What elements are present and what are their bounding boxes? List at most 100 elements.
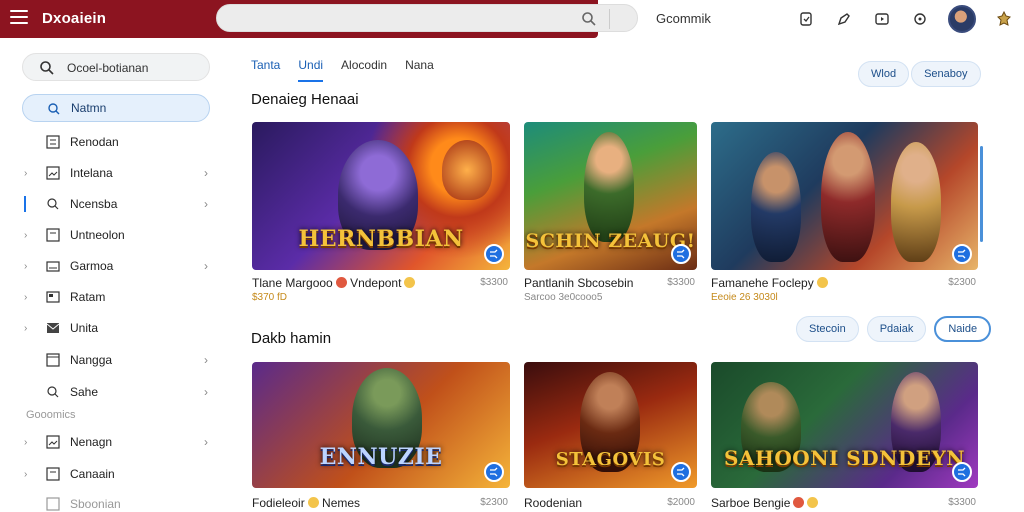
game-thumbnail[interactable] (711, 122, 978, 270)
sidebar-item-label: Unita (70, 321, 99, 335)
sidebar-item-label: Sahe (70, 385, 99, 399)
chevron-right-icon[interactable]: › (204, 385, 208, 399)
sidebar: Ocoel-botianan Natmn Renodan › Intelana … (0, 38, 228, 512)
caret-icon[interactable]: › (24, 437, 27, 448)
shuffle-icon[interactable] (484, 244, 504, 264)
tab-undi[interactable]: Undi (298, 58, 324, 82)
stecoin-button[interactable]: Stecoin (796, 316, 859, 342)
emoji-icon (335, 277, 347, 288)
chevron-right-icon[interactable]: › (204, 435, 208, 449)
caret-icon[interactable]: › (24, 323, 27, 334)
sidebar-item-ncensba[interactable]: Ncensba › (22, 190, 210, 218)
window-icon (46, 353, 60, 367)
shuffle-icon[interactable] (484, 462, 504, 482)
sidebar-item-label: Untneolon (70, 228, 125, 242)
folder-icon (46, 291, 60, 303)
top-bar: Dxoaiein Gcommik (0, 0, 1024, 38)
tab-nana[interactable]: Nana (405, 58, 434, 82)
search-divider (609, 9, 610, 29)
caret-icon[interactable]: › (24, 292, 27, 303)
sidebar-item-renodan[interactable]: Renodan (22, 128, 210, 156)
chevron-right-icon[interactable]: › (204, 166, 208, 180)
sidebar-item-unita[interactable]: › Unita (22, 314, 210, 342)
main-content: Tanta Undi Alocodin Nana Wlod Senaboy De… (228, 38, 1024, 512)
top-search-input[interactable] (216, 4, 638, 32)
card-extra: Nemes (322, 496, 361, 510)
settings-icon[interactable] (910, 9, 930, 29)
doc-icon (46, 228, 60, 242)
search-icon (40, 61, 54, 75)
edit-icon[interactable] (834, 9, 854, 29)
sidebar-item-sboonian[interactable]: Sboonian (22, 490, 210, 512)
sidebar-item-label: Nenagn (70, 435, 113, 449)
card-title: Sarboe Bengie (711, 496, 791, 510)
tab-tanta[interactable]: Tanta (251, 58, 280, 82)
sidebar-section-label: Gooomics (26, 409, 76, 421)
shuffle-icon[interactable] (671, 244, 691, 264)
tab-alocodin[interactable]: Alocodin (341, 58, 387, 82)
naide-button[interactable]: Naide (934, 316, 992, 342)
game-thumbnail[interactable]: STAGOVIS (524, 362, 697, 488)
account-label[interactable]: Gcommik (656, 11, 711, 26)
doc-icon (46, 467, 60, 481)
sidebar-item-nangga[interactable]: Nangga › (22, 346, 210, 374)
menu-icon[interactable] (10, 10, 28, 26)
top-pill-group: Wlod Senaboy (858, 61, 981, 87)
card-title-line: Tlane Margooo Vndepont (252, 276, 416, 290)
card-price: $3300 (667, 277, 695, 288)
emoji-icon (793, 497, 805, 508)
sidebar-item-canaain[interactable]: › Canaain (22, 460, 210, 488)
card-price: $2000 (667, 497, 695, 508)
caret-icon[interactable]: › (24, 230, 27, 241)
grid-icon (46, 497, 60, 511)
wlod-button[interactable]: Wlod (858, 61, 910, 87)
avatar[interactable] (948, 5, 976, 33)
sidebar-item-sahe[interactable]: Sahe › (22, 378, 210, 406)
card-title-line: Famanehe Foclepy (711, 276, 828, 290)
sidebar-item-nenagn[interactable]: › Nenagn › (22, 428, 210, 456)
pdaiak-button[interactable]: Pdaiak (866, 316, 927, 342)
shuffle-icon[interactable] (952, 462, 972, 482)
section-pill-group: Stecoin Pdaiak Naide (796, 316, 992, 342)
sidebar-search-input[interactable]: Ocoel-botianan (22, 53, 210, 81)
shuffle-icon[interactable] (671, 462, 691, 482)
senaboy-button[interactable]: Senaboy (911, 61, 981, 87)
caret-icon[interactable]: › (24, 469, 27, 480)
media-icon[interactable] (872, 9, 892, 29)
game-thumbnail[interactable]: HERNBBIAN (252, 122, 510, 270)
image-icon (46, 166, 60, 180)
card-title: Fodieleoir (252, 496, 305, 510)
game-thumbnail[interactable]: ENNUZIE (252, 362, 510, 488)
card-title: Roodenian (524, 496, 583, 510)
game-thumbnail[interactable]: SAHOONI SDNDEYN (711, 362, 978, 488)
card-price: $2300 (948, 277, 976, 288)
controller-icon (46, 261, 60, 272)
extension-icon[interactable] (994, 9, 1014, 29)
card-title: Tlane Margooo (252, 276, 333, 290)
chevron-right-icon[interactable]: › (204, 353, 208, 367)
sidebar-item-ratam[interactable]: › Ratam (22, 283, 210, 311)
card-price: $3300 (948, 497, 976, 508)
sidebar-item-label: Ncensba (70, 197, 118, 211)
sidebar-item-intelana[interactable]: › Intelana › (22, 159, 210, 187)
chevron-right-icon[interactable]: › (204, 259, 208, 273)
sidebar-item-untneolon[interactable]: › Untneolon (22, 221, 210, 249)
caret-icon[interactable]: › (24, 168, 27, 179)
caret-icon[interactable]: › (24, 261, 27, 272)
shuffle-icon[interactable] (952, 244, 972, 264)
card-title-line: Sarboe Bengie (711, 496, 819, 510)
image-icon (46, 435, 60, 449)
search-icon[interactable] (581, 11, 597, 27)
emoji-icon (404, 277, 416, 288)
sidebar-item-label: Nangga (70, 353, 113, 367)
sidebar-item-label: Intelana (70, 166, 113, 180)
scrollbar[interactable] (980, 146, 983, 242)
card-sub: $370 fD (252, 292, 288, 303)
chevron-right-icon[interactable]: › (204, 197, 208, 211)
game-thumbnail[interactable]: SCHIN ZEAUG! (524, 122, 697, 270)
card-title-line: Fodieleoir Nemes (252, 496, 360, 510)
library-icon[interactable] (796, 9, 816, 29)
sidebar-item-garmoa[interactable]: › Garmoa › (22, 252, 210, 280)
sidebar-item-home[interactable]: Natmn (22, 94, 210, 122)
card-price: $3300 (480, 277, 508, 288)
